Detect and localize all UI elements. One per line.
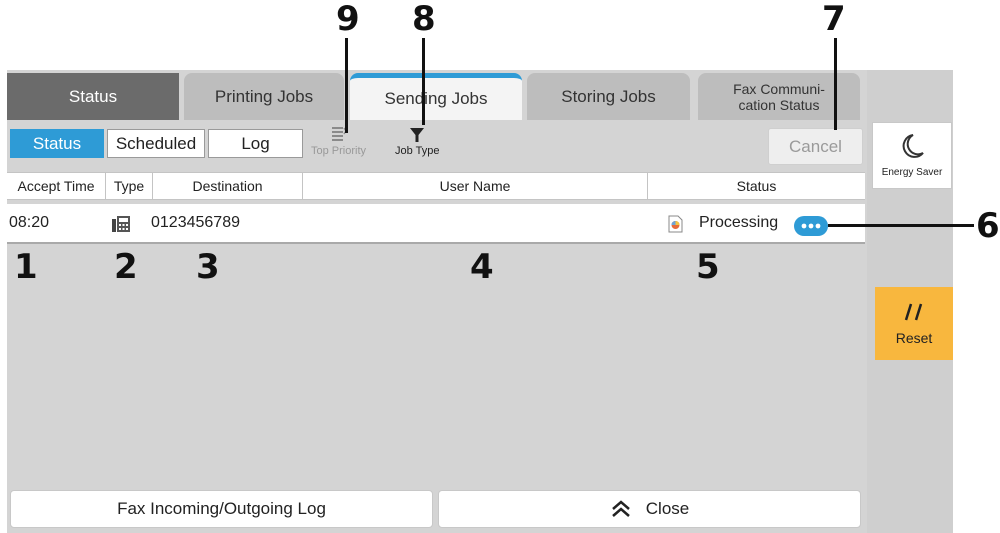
status-cell: Processing — [699, 214, 779, 231]
top-priority-button[interactable]: Top Priority — [311, 125, 366, 157]
callout-7: 7 — [822, 0, 846, 39]
status-details-button[interactable] — [794, 213, 828, 236]
tab-storing-jobs[interactable]: Storing Jobs — [527, 73, 690, 120]
tab-status[interactable]: Status — [7, 73, 179, 120]
tab-label: Status — [68, 86, 118, 106]
cancel-label: Cancel — [789, 136, 842, 156]
tab-label: Printing Jobs — [214, 86, 314, 106]
callout-8: 8 — [412, 0, 436, 39]
reset-button[interactable]: Reset — [875, 287, 953, 360]
fax-icon — [112, 216, 130, 232]
callout-2: 2 — [114, 247, 138, 287]
double-chevron-up-icon — [611, 500, 630, 517]
job-type-button[interactable]: Job Type — [395, 125, 439, 157]
status-view-label: Status — [32, 133, 82, 153]
log-view-button[interactable]: Log — [208, 129, 303, 158]
more-icon — [794, 216, 828, 236]
top-priority-label: Top Priority — [311, 145, 367, 157]
callout-6: 6 — [976, 206, 1000, 246]
cancel-button[interactable]: Cancel — [768, 128, 863, 165]
column-header-type[interactable]: Type — [106, 173, 153, 199]
status-view-button[interactable]: Status — [10, 129, 104, 158]
accept-time-cell: 08:20 — [9, 214, 50, 231]
column-header-accept-time[interactable]: Accept Time — [7, 173, 106, 199]
scheduled-view-button[interactable]: Scheduled — [107, 129, 205, 158]
tab-label: Sending Jobs — [384, 89, 488, 108]
filter-icon — [410, 128, 425, 142]
tab-sending-jobs[interactable]: Sending Jobs — [350, 73, 522, 120]
callout-3: 3 — [196, 247, 220, 287]
column-header-status[interactable]: Status — [648, 173, 865, 199]
close-label: Close — [645, 499, 690, 518]
log-view-label: Log — [241, 133, 270, 153]
fax-log-label: Fax Incoming/Outgoing Log — [117, 499, 326, 518]
column-header-user-name[interactable]: User Name — [303, 173, 648, 199]
table-header: Accept Time Type Destination User Name S… — [7, 172, 865, 200]
fax-log-button[interactable]: Fax Incoming/Outgoing Log — [10, 490, 433, 528]
table-row[interactable]: 08:20 0123456789 Processing — [7, 204, 865, 244]
moon-icon — [902, 134, 924, 158]
callout-7-line — [834, 38, 837, 130]
reset-label: Reset — [895, 329, 933, 346]
callout-5: 5 — [696, 247, 720, 287]
callout-9: 9 — [336, 0, 360, 39]
tab-printing-jobs[interactable]: Printing Jobs — [184, 73, 344, 120]
scheduled-view-label: Scheduled — [115, 133, 197, 153]
column-header-destination[interactable]: Destination — [153, 173, 303, 199]
callout-8-line — [422, 38, 425, 125]
callout-1: 1 — [14, 247, 38, 287]
close-button[interactable]: Close — [438, 490, 861, 528]
callout-9-line — [345, 38, 348, 133]
callout-6-line — [828, 224, 974, 227]
energy-saver-button[interactable]: Energy Saver — [872, 122, 952, 189]
tab-label: Fax Communi- cation Status — [733, 80, 825, 113]
reset-icon — [904, 303, 923, 320]
job-type-label: Job Type — [395, 145, 440, 157]
document-status-icon — [668, 215, 683, 233]
callout-4: 4 — [470, 247, 494, 287]
tab-label: Storing Jobs — [561, 86, 656, 106]
destination-cell: 0123456789 — [151, 214, 240, 231]
energy-saver-label: Energy Saver — [881, 167, 943, 178]
